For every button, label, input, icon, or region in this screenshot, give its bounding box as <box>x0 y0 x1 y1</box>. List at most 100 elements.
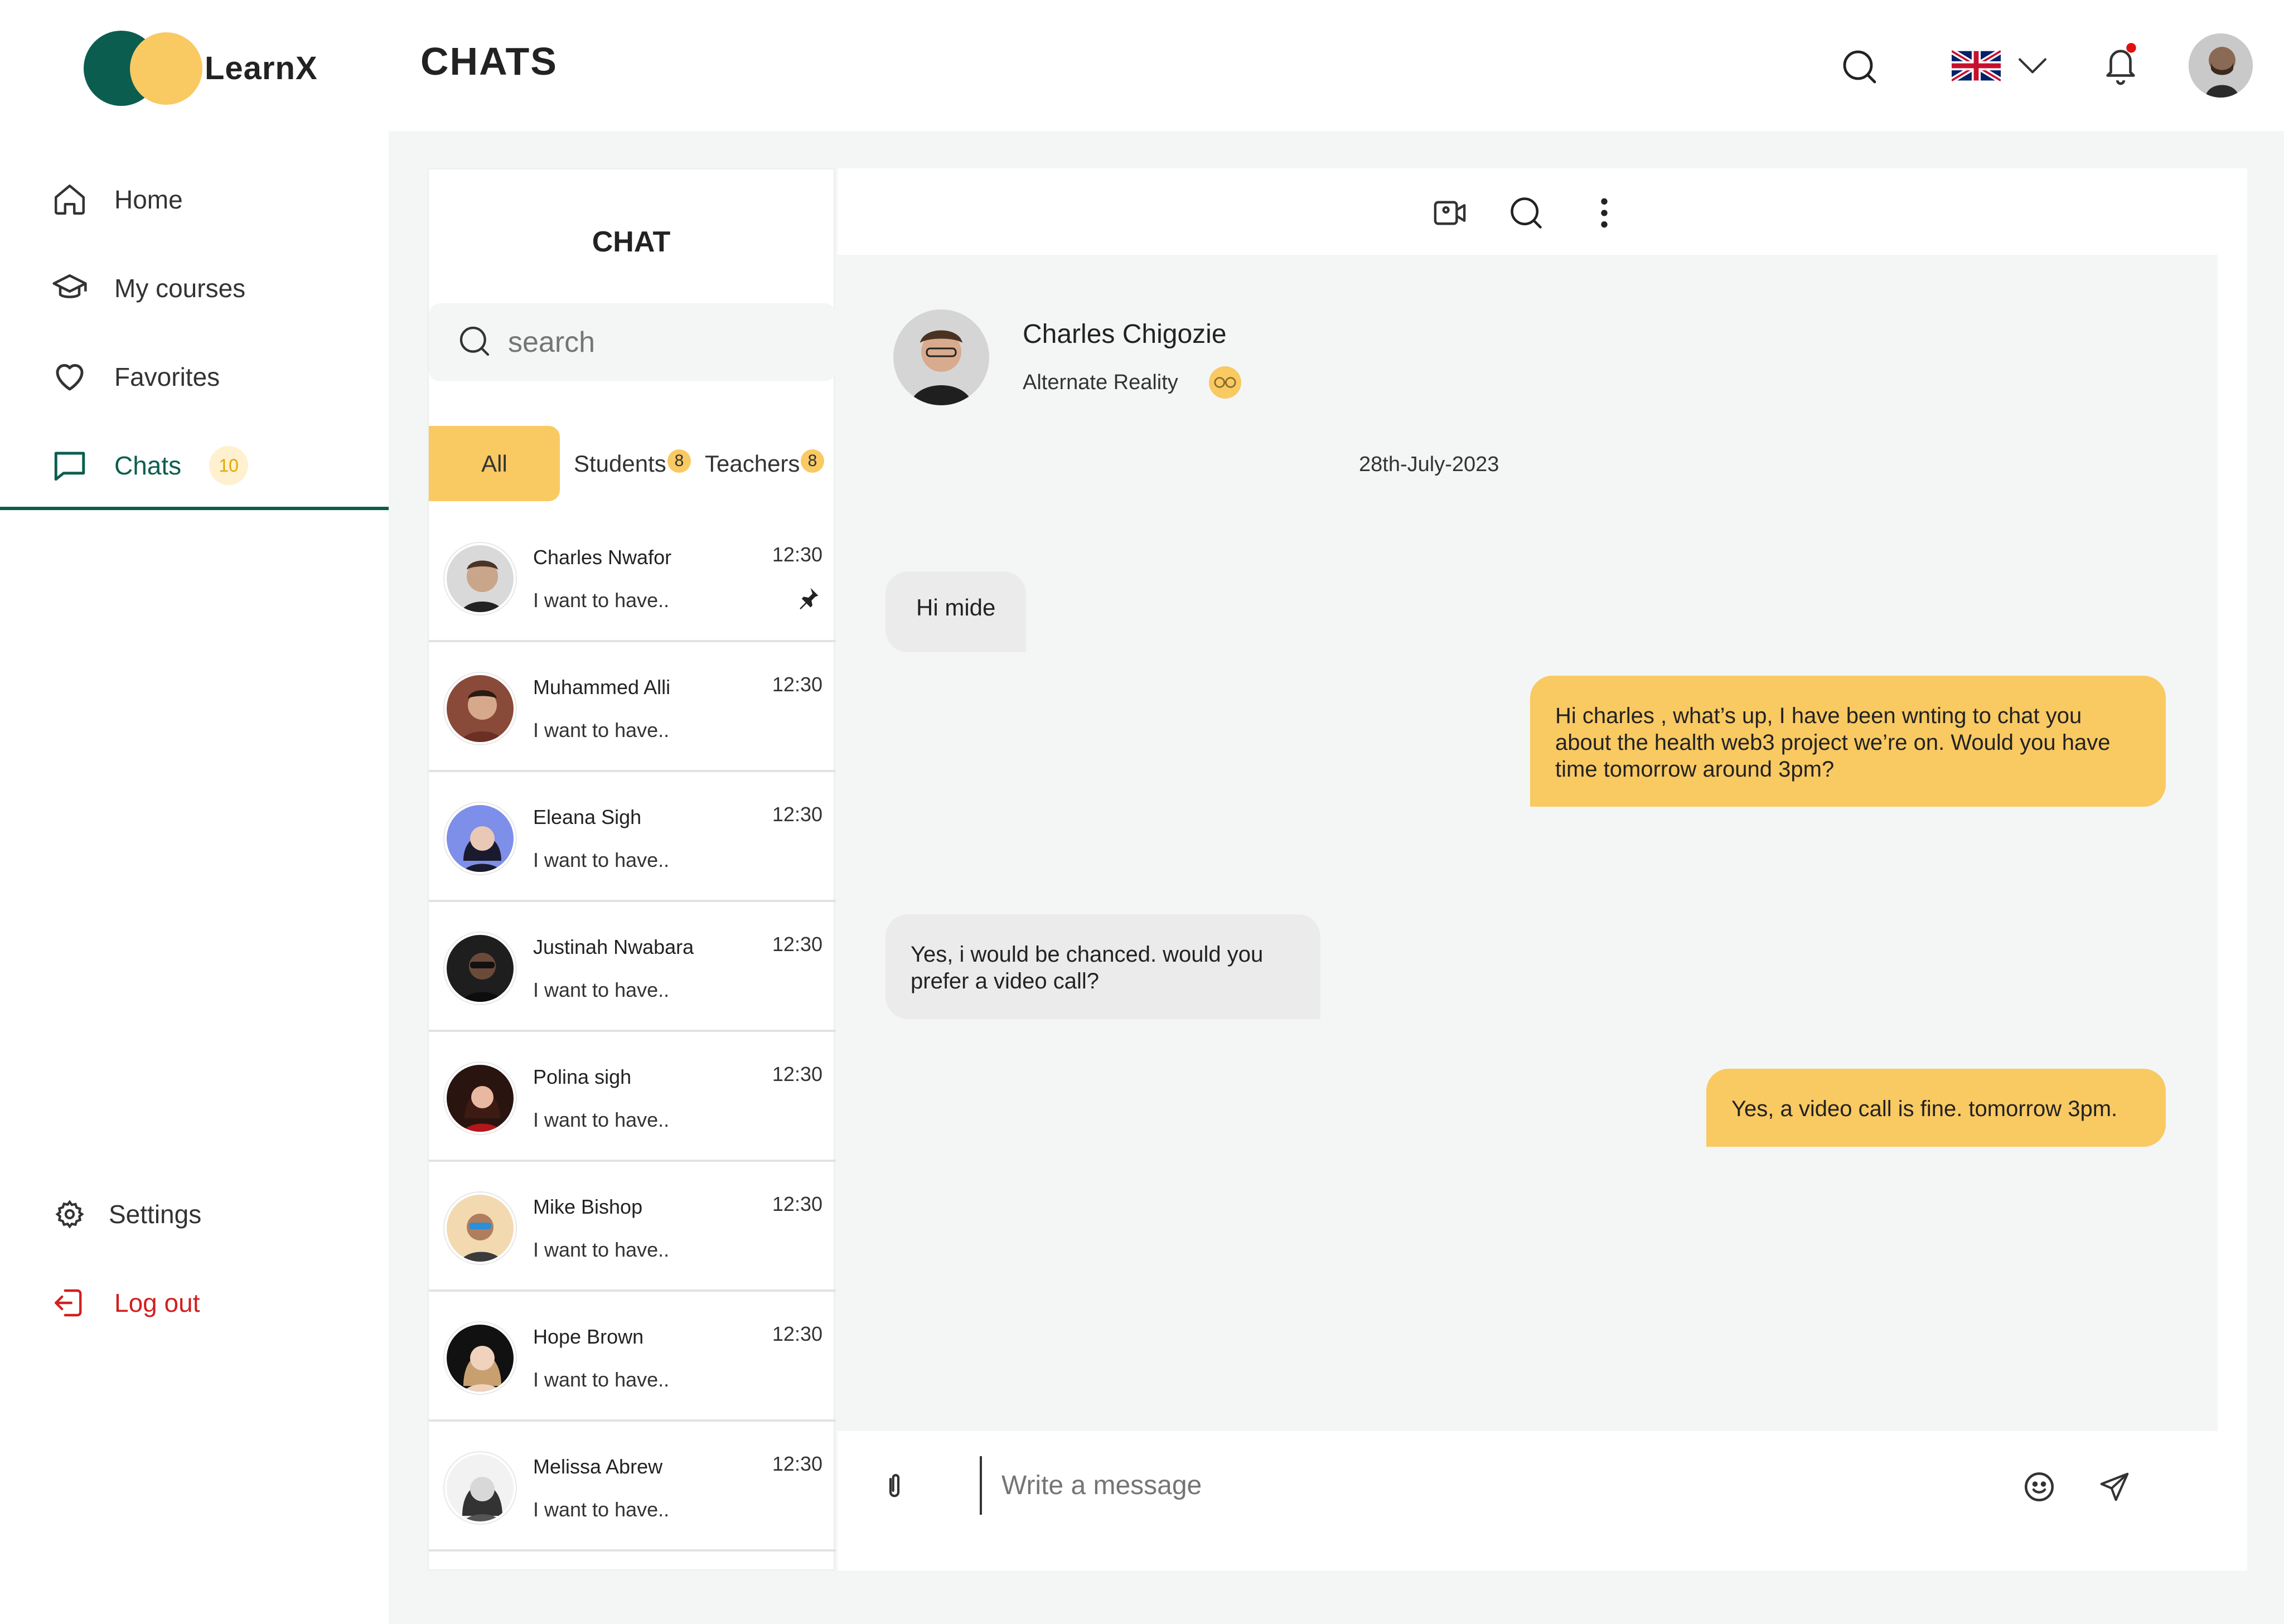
tab-count-badge: 8 <box>667 449 691 473</box>
message-bubble-incoming: Yes, i would be chanced. would you prefe… <box>885 914 1320 1019</box>
message-time: 12:30 <box>772 1063 822 1085</box>
avatar <box>444 1063 516 1134</box>
contact-name: Charles Nwafor <box>533 546 672 569</box>
chat-list-panel: CHAT All Students 8 Teachers 8 Charl <box>428 168 836 1570</box>
message-time: 12:30 <box>772 673 822 696</box>
message-preview: I want to have.. <box>533 1498 670 1521</box>
chevron-down-icon[interactable] <box>2016 53 2049 78</box>
avatar <box>444 543 516 614</box>
pin-icon[interactable] <box>797 586 820 612</box>
sidebar-item-chats[interactable]: Chats 10 <box>50 440 249 491</box>
chat-filter-tabs: All Students 8 Teachers 8 <box>429 426 836 501</box>
list-item[interactable]: Polina sigh 12:30 I want to have.. <box>429 1032 836 1162</box>
graduation-cap-icon <box>50 269 89 308</box>
message-bubble-outgoing: Yes, a video call is fine. tomorrow 3pm. <box>1706 1069 2166 1147</box>
conversation-search-icon[interactable] <box>1507 193 1546 232</box>
contact-name: Polina sigh <box>533 1065 632 1088</box>
contact-name: Eleana Sigh <box>533 806 642 828</box>
header-search-icon[interactable] <box>1837 45 1882 89</box>
message-text: Yes, a video call is fine. tomorrow 3pm. <box>1731 1097 2118 1121</box>
heart-icon <box>50 357 89 396</box>
sidebar-item-my-courses[interactable]: My courses <box>50 263 245 313</box>
logout-icon <box>50 1283 89 1322</box>
tab-all[interactable]: All <box>429 426 560 501</box>
user-avatar[interactable] <box>2189 33 2253 98</box>
message-time: 12:30 <box>772 543 822 566</box>
message-area: Charles Chigozie Alternate Reality 28th-… <box>838 255 2218 1431</box>
avatar <box>444 803 516 874</box>
message-bubble-outgoing: Hi charles , what’s up, I have been wnti… <box>1530 676 2166 807</box>
message-preview: I want to have.. <box>533 589 670 612</box>
emoji-icon[interactable] <box>2020 1467 2059 1506</box>
more-options-icon[interactable] <box>1585 193 1624 232</box>
bell-icon[interactable] <box>2099 39 2141 89</box>
list-item[interactable]: Charles Nwafor 12:30 I want to have.. <box>429 512 836 642</box>
tab-label: Students <box>574 450 666 477</box>
sidebar-item-settings[interactable]: Settings <box>50 1189 201 1239</box>
sidebar-item-favorites[interactable]: Favorites <box>50 352 220 402</box>
contact-name: Hope Brown <box>533 1325 644 1348</box>
message-time: 12:30 <box>772 803 822 826</box>
tab-students[interactable]: Students 8 <box>574 426 702 501</box>
logo-circle-yellow <box>130 32 202 105</box>
message-preview: I want to have.. <box>533 1368 670 1391</box>
search-icon <box>457 323 492 362</box>
tab-count-badge: 8 <box>801 449 824 473</box>
message-preview: I want to have.. <box>533 1238 670 1261</box>
message-text: Hi charles , what’s up, I have been wnti… <box>1555 704 2111 782</box>
list-item[interactable]: Muhammed Alli 12:30 I want to have.. <box>429 642 836 772</box>
list-item[interactable]: Mike Bishop 12:30 I want to have.. <box>429 1162 836 1292</box>
message-time: 12:30 <box>772 1322 822 1345</box>
contact-name: Justinah Nwabara <box>533 935 694 958</box>
list-item[interactable]: Eleana Sigh 12:30 I want to have.. <box>429 772 836 902</box>
list-item[interactable]: Justinah Nwabara 12:30 I want to have.. <box>429 902 836 1032</box>
gear-icon <box>50 1195 89 1234</box>
message-input[interactable] <box>980 1456 1816 1515</box>
paperclip-icon[interactable] <box>875 1467 914 1506</box>
chat-bubble-icon <box>50 446 89 485</box>
message-time: 12:30 <box>772 933 822 956</box>
search-input[interactable] <box>508 326 787 359</box>
sidebar-item-label: Home <box>114 185 183 214</box>
message-text: Hi mide <box>916 594 996 620</box>
tab-teachers[interactable]: Teachers 8 <box>705 426 833 501</box>
message-time: 12:30 <box>772 1192 822 1215</box>
list-item[interactable]: Hope Brown 12:30 I want to have.. <box>429 1292 836 1422</box>
message-preview: I want to have.. <box>533 1108 670 1131</box>
contact-name-heading: Charles Chigozie <box>1023 319 1227 349</box>
sidebar-item-home[interactable]: Home <box>50 174 183 225</box>
page-title: CHATS <box>420 40 558 83</box>
contact-name: Muhammed Alli <box>533 676 671 699</box>
chats-count-badge: 10 <box>209 446 249 485</box>
avatar <box>444 1192 516 1264</box>
message-preview: I want to have.. <box>533 978 670 1001</box>
app-root: LearnX Home My courses Favorites Chats 1… <box>0 0 2284 1624</box>
list-item[interactable]: Melissa Abrew 12:30 I want to have.. <box>429 1422 836 1552</box>
settings-label: Settings <box>109 1200 202 1229</box>
contact-name: Melissa Abrew <box>533 1455 663 1478</box>
avatar <box>444 673 516 744</box>
conversation-panel: Charles Chigozie Alternate Reality 28th-… <box>838 168 2247 1570</box>
message-bubble-incoming: Hi mide <box>885 571 1027 652</box>
home-icon <box>50 180 89 219</box>
send-icon[interactable] <box>2095 1467 2134 1506</box>
logout-button[interactable]: Log out <box>50 1278 200 1328</box>
message-text: Yes, i would be chanced. would you prefe… <box>911 942 1264 993</box>
avatar <box>444 1322 516 1394</box>
sidebar-item-label: My courses <box>114 274 246 303</box>
avatar <box>444 933 516 1004</box>
chat-search[interactable] <box>429 303 836 381</box>
avatar <box>444 1452 516 1524</box>
sidebar-item-label: Favorites <box>114 362 220 391</box>
nerd-emoji-icon <box>1208 366 1241 399</box>
contact-name: Mike Bishop <box>533 1195 643 1218</box>
video-call-icon[interactable] <box>1430 193 1469 232</box>
active-nav-indicator <box>0 507 389 510</box>
tab-label: Teachers <box>705 450 800 477</box>
contact-avatar[interactable] <box>893 309 989 405</box>
uk-flag-icon[interactable] <box>1952 50 2001 81</box>
brand-logo[interactable]: LearnX <box>84 31 318 106</box>
message-time: 12:30 <box>772 1452 822 1475</box>
logout-label: Log out <box>114 1288 200 1317</box>
message-preview: I want to have.. <box>533 849 670 871</box>
